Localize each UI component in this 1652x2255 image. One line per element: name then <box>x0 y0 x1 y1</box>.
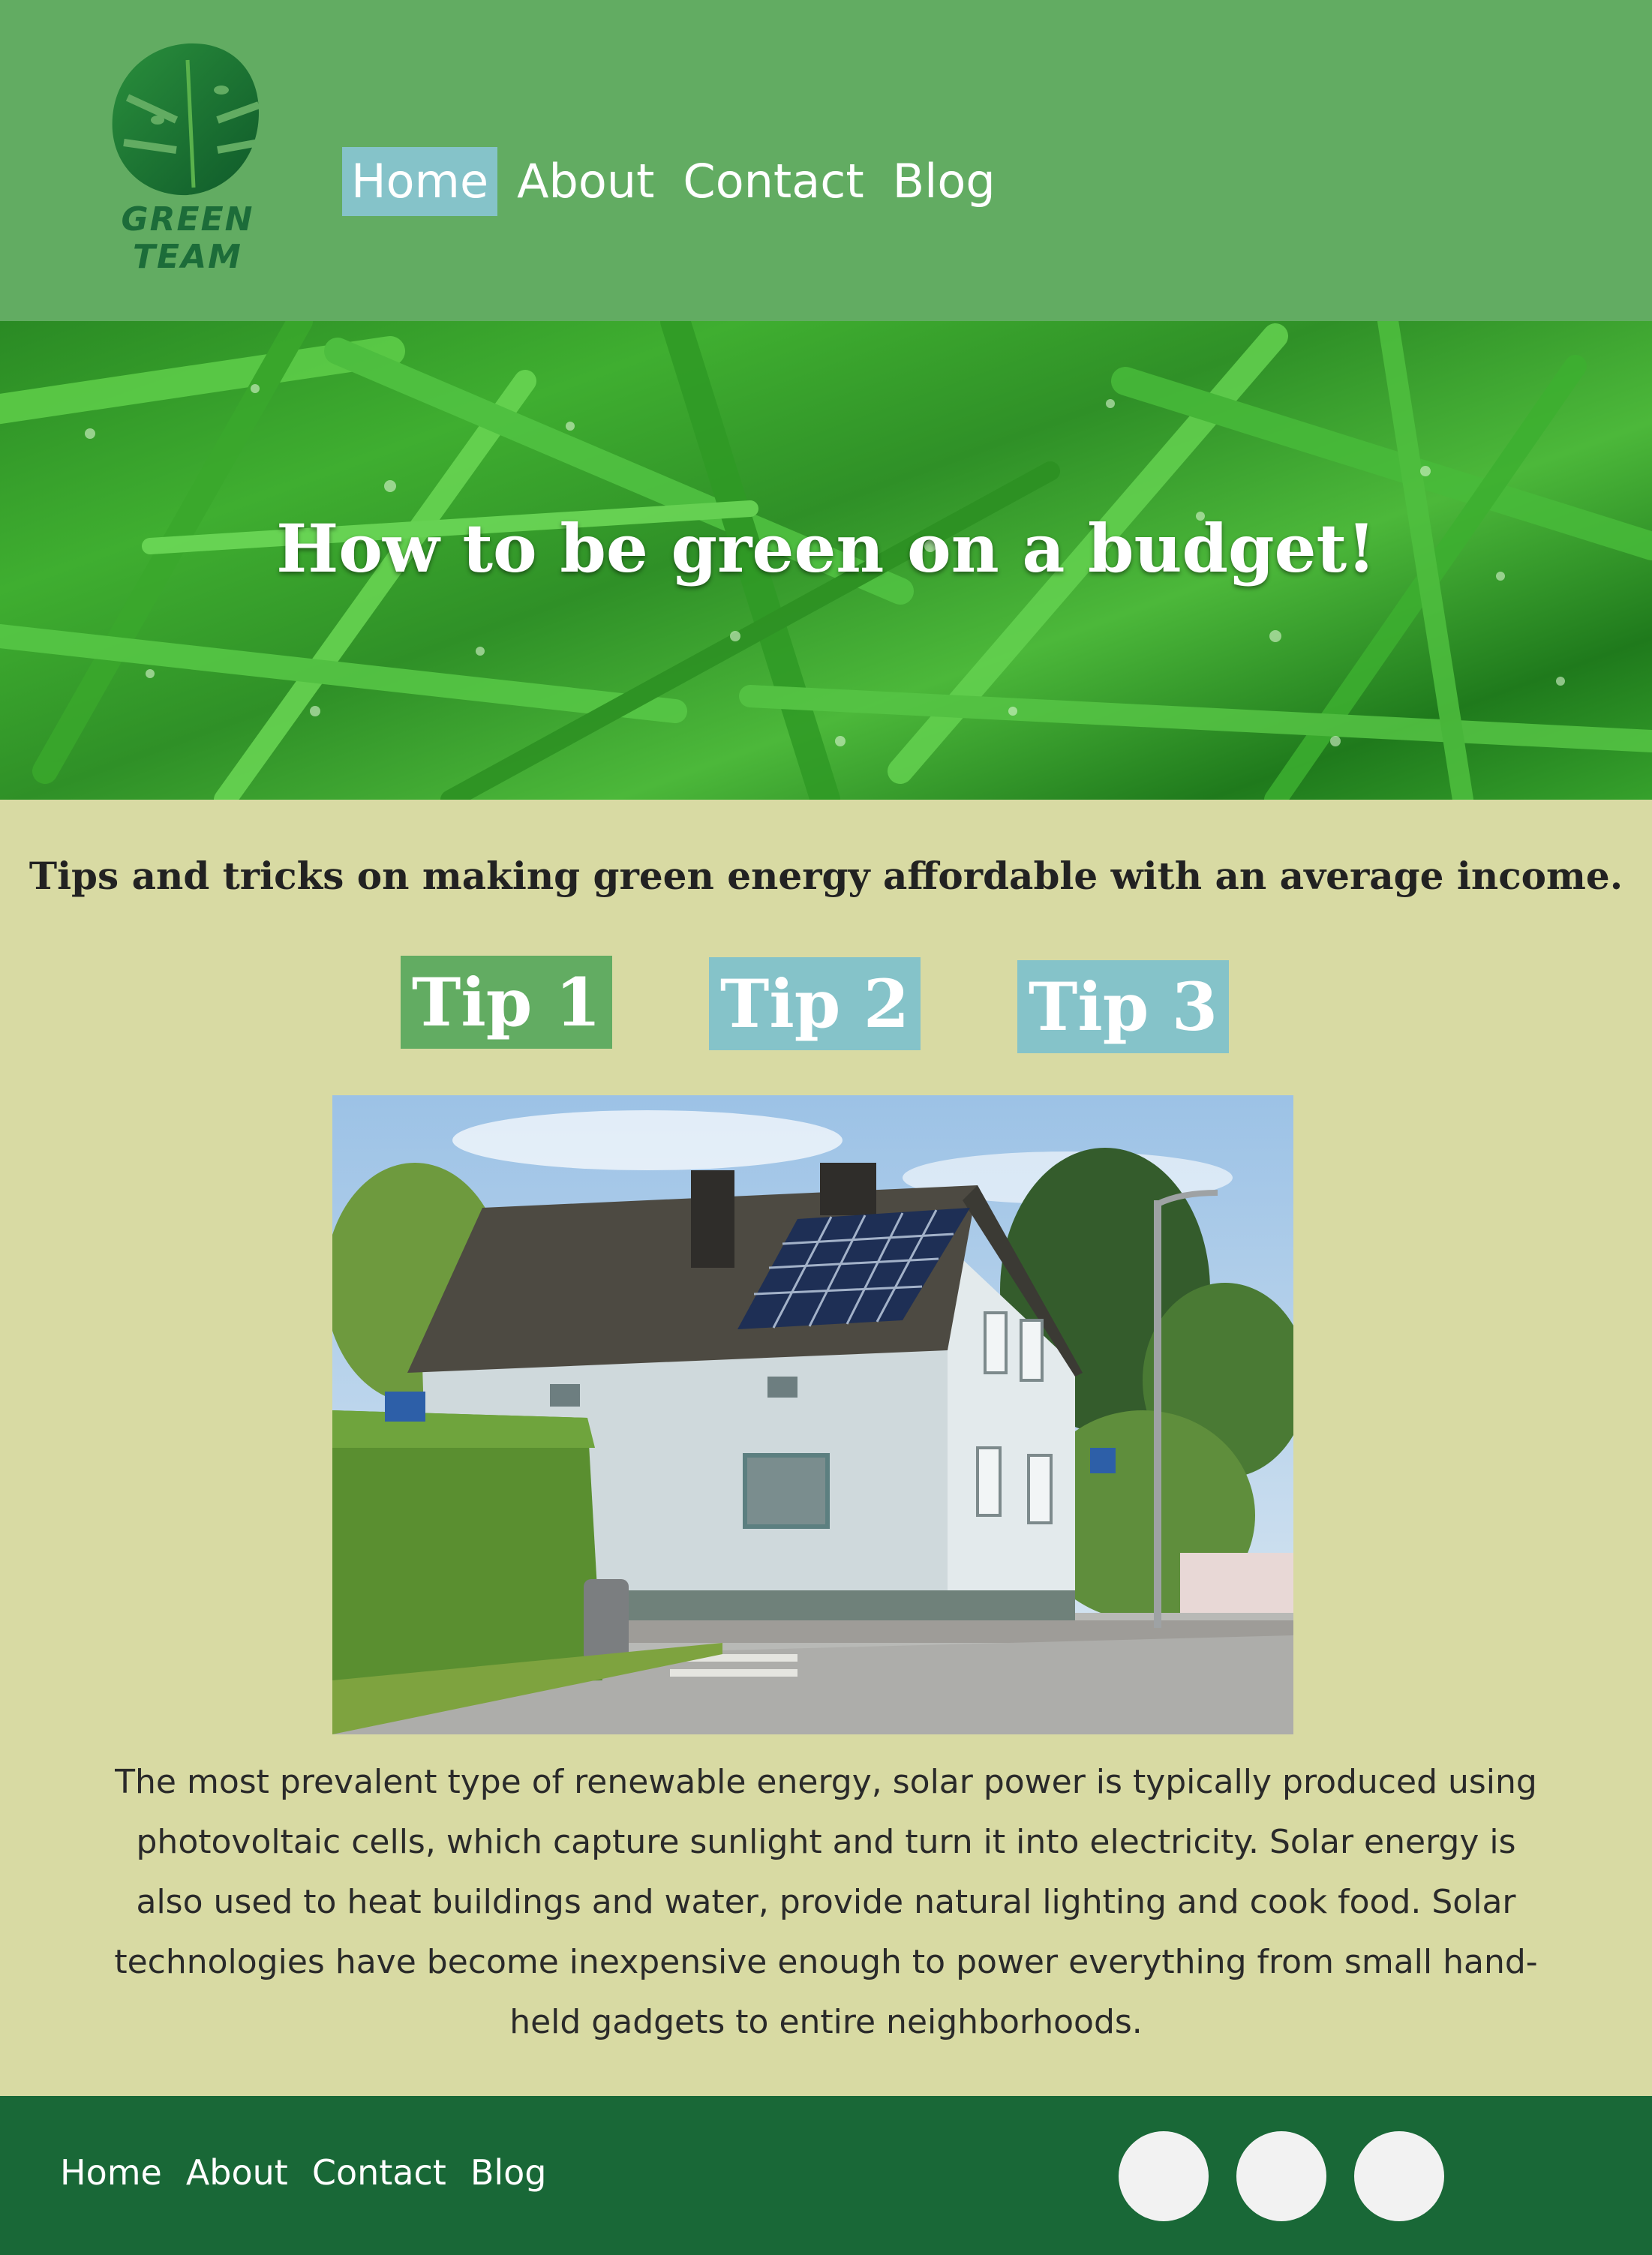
footer-nav: Home About Contact Blog <box>60 2148 571 2196</box>
nav-about[interactable]: About <box>508 147 663 216</box>
social-icon-3[interactable] <box>1354 2131 1444 2221</box>
body-paragraph: The most prevalent type of renewable ene… <box>114 1763 1538 2041</box>
footer-nav-blog[interactable]: Blog <box>470 2148 547 2196</box>
nav-home[interactable]: Home <box>342 147 498 216</box>
nav-blog[interactable]: Blog <box>884 147 1005 216</box>
monstera-leaf-icon <box>112 43 260 196</box>
logo-line-1: GREEN <box>121 200 254 239</box>
site-footer: Home About Contact Blog <box>0 2096 1652 2255</box>
site-header: GREEN TEAM Home About Contact Blog <box>0 0 1652 321</box>
house-with-solar-panels-photo <box>332 1095 1293 1734</box>
logo-text: GREEN TEAM <box>105 201 270 276</box>
social-icon-1[interactable] <box>1119 2131 1209 2221</box>
tip-3-button[interactable]: Tip 3 <box>1017 960 1229 1053</box>
footer-nav-about[interactable]: About <box>186 2148 288 2196</box>
nav-contact[interactable]: Contact <box>674 147 873 216</box>
social-icon-2[interactable] <box>1236 2131 1326 2221</box>
logo-line-2: TEAM <box>133 238 242 276</box>
logo[interactable]: GREEN TEAM <box>105 38 270 285</box>
hero-title: How to be green on a budget! <box>276 509 1376 587</box>
section-subtitle: Tips and tricks on making green energy a… <box>29 854 1623 898</box>
hero-banner: How to be green on a budget! <box>0 321 1652 800</box>
footer-nav-home[interactable]: Home <box>60 2148 162 2196</box>
main-nav: Home About Contact Blog <box>342 147 1015 216</box>
footer-nav-contact[interactable]: Contact <box>312 2148 446 2196</box>
tip-1-button[interactable]: Tip 1 <box>401 956 612 1049</box>
tip-2-button[interactable]: Tip 2 <box>709 957 921 1050</box>
